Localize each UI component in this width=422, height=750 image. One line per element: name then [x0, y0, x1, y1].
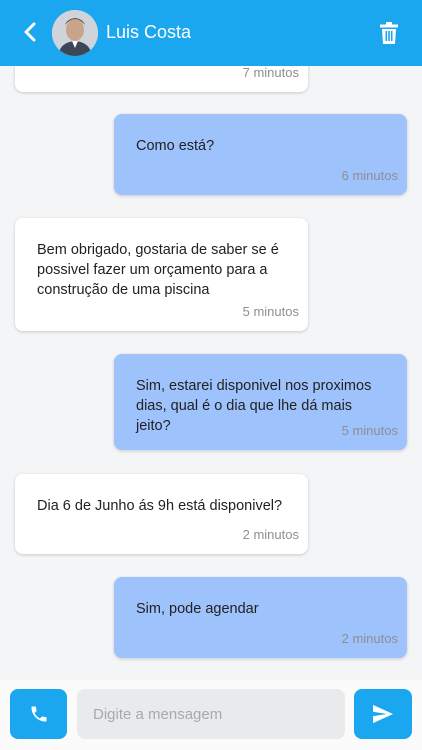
message-time: 2 minutos — [242, 527, 299, 542]
message-time: 2 minutos — [341, 631, 398, 646]
delete-chat-button[interactable] — [380, 22, 402, 46]
message-text: Como está? — [136, 138, 215, 154]
message-bubble-incoming: Dia 6 de Junho ás 9h está disponivel? 2 … — [15, 474, 308, 554]
back-button[interactable] — [18, 20, 42, 44]
message-time: 6 minutos — [341, 168, 398, 183]
message-composer — [0, 680, 422, 750]
message-time: 5 minutos — [341, 423, 398, 438]
trash-icon — [380, 22, 398, 44]
message-list[interactable]: 7 minutos Como está? 6 minutos Bem obrig… — [0, 66, 422, 680]
message-text: Dia 6 de Junho ás 9h está disponivel? — [37, 498, 283, 514]
avatar[interactable] — [52, 10, 98, 56]
message-bubble-outgoing: Como está? 6 minutos — [114, 114, 407, 195]
send-button[interactable] — [354, 689, 412, 739]
message-bubble-outgoing: Sim, pode agendar 2 minutos — [114, 577, 407, 658]
message-text: Bem obrigado, gostaria de saber se é pos… — [37, 242, 279, 298]
message-bubble-incoming: 7 minutos — [15, 66, 308, 92]
call-button[interactable] — [10, 689, 67, 739]
message-bubble-incoming: Bem obrigado, gostaria de saber se é pos… — [15, 218, 308, 331]
chat-header: Luis Costa — [0, 0, 422, 66]
phone-icon — [31, 706, 46, 722]
message-time: 7 minutos — [242, 66, 299, 80]
chevron-left-icon — [24, 22, 36, 42]
message-input[interactable] — [77, 689, 345, 739]
message-time: 5 minutos — [242, 304, 299, 319]
message-text: Sim, pode agendar — [136, 601, 259, 617]
contact-name: Luis Costa — [106, 22, 192, 42]
message-bubble-outgoing: Sim, estarei disponivel nos proximos dia… — [114, 354, 407, 450]
send-icon — [373, 704, 393, 724]
